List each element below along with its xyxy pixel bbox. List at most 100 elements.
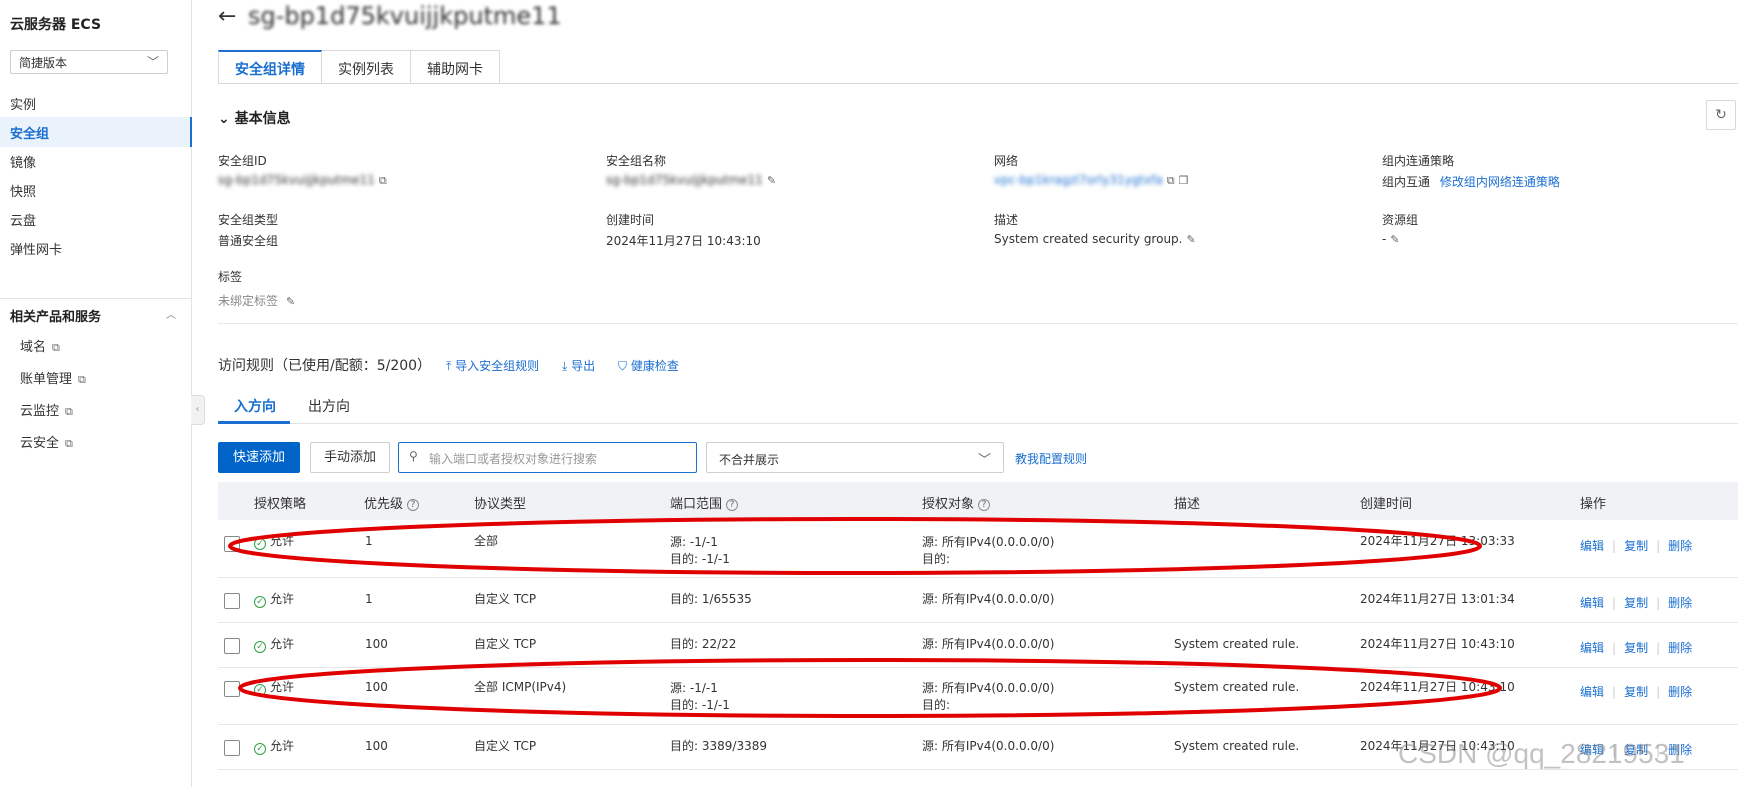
related-item-billing[interactable]: 账单管理 ⧉ (20, 368, 86, 387)
upload-icon: ⤒ (446, 359, 456, 373)
check-circle-icon: ✓ (254, 641, 266, 653)
sg-id-value: sg-bp1d75kvuijjkputme11 (218, 173, 375, 187)
sg-name-label: 安全组名称 (606, 154, 667, 168)
delete-link[interactable]: 删除 (1668, 685, 1692, 699)
tab-inbound[interactable]: 入方向 (234, 396, 276, 416)
created-cell: 2024年11月27日 10:43:10 (1360, 680, 1515, 694)
network-link[interactable]: vpc-bp1kragzl7orly31ygtxfa (994, 173, 1163, 187)
row-checkbox[interactable] (224, 638, 240, 654)
edit-link[interactable]: 编辑 (1580, 641, 1604, 655)
policy-cell: ✓ 允许 (254, 679, 294, 696)
priority-cell: 100 (365, 739, 388, 753)
desc-label: 描述 (994, 213, 1019, 227)
port-dest-cell: 目的: -1/-1 (670, 552, 730, 566)
tab-outbound[interactable]: 出方向 (308, 396, 350, 416)
row-checkbox[interactable] (224, 536, 240, 552)
shield-check-icon: ⛉ (618, 359, 631, 373)
tab-instance-list[interactable]: 实例列表 (322, 50, 411, 84)
sidebar-item-instances[interactable]: 实例 (0, 88, 192, 118)
created-label: 创建时间 (606, 213, 655, 227)
policy-cell: ✓ 允许 (254, 533, 294, 550)
delete-link[interactable]: 删除 (1668, 641, 1692, 655)
desc-value: System created security group. (994, 232, 1183, 246)
policy-cell: ✓ 允许 (254, 591, 294, 608)
refresh-button[interactable]: ↻ (1706, 100, 1736, 130)
delete-link[interactable]: 删除 (1668, 539, 1692, 553)
tab-secondary-eni[interactable]: 辅助网卡 (411, 50, 500, 84)
created-cell: 2024年11月27日 13:01:34 (1360, 592, 1515, 606)
copy-link[interactable]: 复制 (1624, 596, 1648, 610)
table-row: ✓ 允许 1 自定义 TCP 目的: 1/65535 源: 所有IPv4(0.0.… (218, 578, 1738, 623)
tabs-underline (218, 83, 1738, 84)
info-divider (218, 323, 1738, 324)
health-check-link[interactable]: ⛉ 健康检查 (618, 357, 679, 374)
pencil-icon[interactable]: ✎ (286, 295, 295, 308)
merge-display-select[interactable]: 不合并展示 ﹀ (706, 442, 1004, 473)
edit-link[interactable]: 编辑 (1580, 685, 1604, 699)
modify-policy-link[interactable]: 修改组内网络连通策略 (1440, 175, 1560, 189)
sidebar-item-snapshots[interactable]: 快照 (0, 175, 192, 205)
created-cell: 2024年11月27日 10:43:10 (1360, 637, 1515, 651)
policy-text: 允许 (270, 739, 295, 753)
rules-header: 访问规则（已使用/配额：5/200） (218, 358, 432, 374)
tab-security-group-details[interactable]: 安全组详情 (218, 50, 322, 84)
row-checkbox[interactable] (224, 740, 240, 756)
created-cell: 2024年11月27日 13:03:33 (1360, 534, 1515, 548)
copy-link[interactable]: 复制 (1624, 539, 1648, 553)
related-item-cloudmonitor[interactable]: 云监控 ⧉ (20, 400, 73, 419)
copy-link[interactable]: 复制 (1624, 685, 1648, 699)
created-value: 2024年11月27日 10:43:10 (606, 234, 761, 248)
pencil-icon[interactable]: ✎ (1186, 233, 1195, 246)
pencil-icon[interactable]: ✎ (1390, 233, 1399, 246)
sidebar-item-eni[interactable]: 弹性网卡 (0, 233, 192, 263)
external-link-icon: ⧉ (65, 405, 73, 418)
version-select-value: 简捷版本 (19, 56, 68, 70)
basic-info-header[interactable]: ⌄ 基本信息 (218, 108, 291, 128)
protocol-cell: 自定义 TCP (474, 592, 537, 606)
import-rules-link[interactable]: ⤒ 导入安全组规则 (446, 357, 539, 374)
related-item-domain[interactable]: 域名 ⧉ (20, 336, 60, 355)
external-link-icon: ⧉ (65, 437, 73, 450)
row-checkbox[interactable] (224, 681, 240, 697)
row-checkbox[interactable] (224, 593, 240, 609)
sidebar-item-security-groups[interactable]: 安全组 (0, 117, 192, 147)
policy-text: 允许 (270, 534, 295, 548)
copy-link[interactable]: 复制 (1624, 641, 1648, 655)
export-link[interactable]: ⤓ 导出 (562, 357, 595, 374)
pencil-icon[interactable]: ✎ (767, 174, 776, 187)
resource-group-value-wrap: - ✎ (1382, 232, 1400, 246)
help-icon[interactable]: ? (978, 499, 991, 511)
sg-type-value: 普通安全组 (218, 234, 279, 248)
related-products-header[interactable]: 相关产品和服务 ︿ (10, 306, 180, 325)
arrow-left-icon[interactable]: ← (218, 4, 236, 29)
import-rules-label: 导入安全组规则 (455, 359, 540, 373)
edit-link[interactable]: 编辑 (1580, 539, 1604, 553)
copy-icon[interactable]: ❐ (1179, 174, 1189, 187)
port-source-cell: 源: -1/-1 (670, 535, 718, 549)
sidebar-item-images[interactable]: 镜像 (0, 146, 192, 176)
quick-add-button[interactable]: 快速添加 (218, 442, 300, 473)
sidebar-title: 云服务器 ECS (10, 17, 102, 33)
edit-link[interactable]: 编辑 (1580, 596, 1604, 610)
port-dest-cell: 目的: -1/-1 (670, 698, 730, 712)
port-dest-cell: 目的: 1/65535 (670, 592, 752, 606)
manual-add-button[interactable]: 手动添加 (310, 442, 390, 473)
delete-link[interactable]: 删除 (1668, 596, 1692, 610)
sg-name-value: sg-bp1d75kvuijjkputme11 (606, 173, 763, 187)
help-icon[interactable]: ? (407, 499, 420, 511)
teach-config-link[interactable]: 教我配置规则 (1015, 450, 1087, 467)
page-title: sg-bp1d75kvuijjkputme11 (248, 2, 562, 30)
help-icon[interactable]: ? (726, 499, 739, 511)
version-select[interactable]: 简捷版本 ﹀ (10, 50, 168, 74)
external-link-icon[interactable]: ⧉ (1167, 174, 1175, 188)
sidebar-collapse-handle[interactable]: ‹ (191, 395, 205, 425)
related-item-cloudsecurity[interactable]: 云安全 ⧉ (20, 432, 73, 451)
rules-search-input[interactable]: ⚲ 输入端口或者授权对象进行搜索 (398, 442, 697, 473)
policy-value-wrap: 组内互通 修改组内网络连通策略 (1382, 173, 1560, 190)
priority-cell: 1 (365, 592, 373, 606)
row-actions: 编辑 | 复制 | 删除 (1580, 641, 1693, 655)
sidebar-item-disks[interactable]: 云盘 (0, 204, 192, 234)
policy-text: 允许 (270, 637, 295, 651)
port-source-cell: 源: -1/-1 (670, 681, 718, 695)
copy-icon[interactable]: ⧉ (379, 174, 387, 188)
